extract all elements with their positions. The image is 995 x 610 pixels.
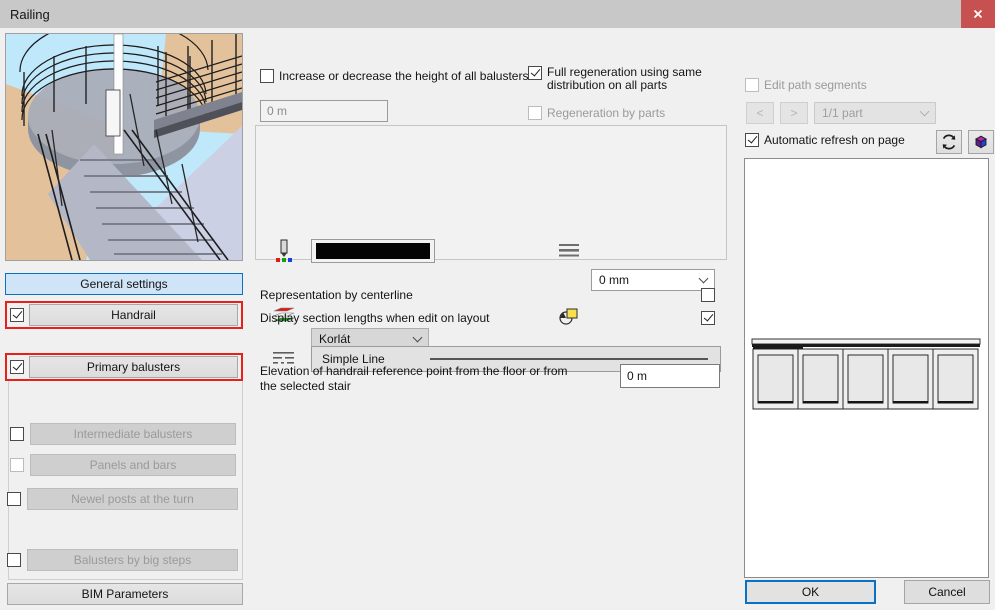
refresh-icon <box>940 133 958 151</box>
cancel-button[interactable]: Cancel <box>904 580 990 604</box>
railing-preview[interactable] <box>744 158 989 578</box>
balusters-by-big-steps-row: Balusters by big steps <box>7 549 243 571</box>
attributes-panel: 0 mm Korlát <box>255 125 727 260</box>
bim-parameters-button[interactable]: BIM Parameters <box>7 583 243 605</box>
regeneration-by-parts-checkbox[interactable] <box>528 106 542 120</box>
elevation-input[interactable]: 0 m <box>620 364 720 388</box>
increase-height-label: Increase or decrease the height of all b… <box>279 69 532 83</box>
balusters-by-big-steps-button[interactable]: Balusters by big steps <box>27 549 238 571</box>
elevation-label: Elevation of handrail reference point fr… <box>260 364 570 394</box>
panels-and-bars-checkbox[interactable] <box>10 458 24 472</box>
handrail-row: Handrail <box>5 301 243 329</box>
chevron-down-icon <box>920 107 930 117</box>
center-panel: Increase or decrease the height of all b… <box>250 30 735 608</box>
cube-3d-icon <box>972 133 990 151</box>
representation-by-centerline-row: Representation by centerline <box>260 288 715 302</box>
intermediate-balusters-button[interactable]: Intermediate balusters <box>30 423 236 445</box>
chevron-down-icon <box>413 333 423 343</box>
handrail-button[interactable]: Handrail <box>29 304 238 326</box>
edit-path-segments-checkbox[interactable] <box>745 78 759 92</box>
part-selector-dropdown[interactable]: 1/1 part <box>814 102 936 124</box>
primary-balusters-row: Primary balusters <box>5 353 243 381</box>
previous-part-button[interactable]: < <box>746 102 774 124</box>
general-settings-button[interactable]: General settings <box>5 273 243 295</box>
line-weight-icon <box>556 238 582 262</box>
railing-preview-drawing <box>745 159 988 577</box>
full-regeneration-row: Full regeneration using same distributio… <box>528 66 718 92</box>
elevation-value: 0 m <box>627 369 647 383</box>
left-panel: General settings Handrail Balusters Prim… <box>5 33 243 605</box>
panels-and-bars-row: Panels and bars <box>10 454 241 476</box>
automatic-refresh-row: Automatic refresh on page <box>745 133 905 147</box>
layer-value: Korlát <box>319 332 350 346</box>
display-section-lengths-label: Display section lengths when edit on lay… <box>260 311 489 325</box>
ok-button[interactable]: OK <box>745 580 876 604</box>
title-bar: Railing <box>0 0 995 28</box>
edit-path-segments-row: Edit path segments <box>745 78 867 92</box>
regeneration-by-parts-label: Regeneration by parts <box>547 106 665 120</box>
newel-posts-row: Newel posts at the turn <box>7 488 243 510</box>
close-button[interactable] <box>961 0 995 28</box>
increase-height-row: Increase or decrease the height of all b… <box>260 69 532 83</box>
representation-by-centerline-label: Representation by centerline <box>260 288 413 302</box>
panels-and-bars-button[interactable]: Panels and bars <box>30 454 236 476</box>
increase-height-checkbox[interactable] <box>260 69 274 83</box>
full-regeneration-label: Full regeneration using same distributio… <box>547 66 718 92</box>
display-section-lengths-checkbox[interactable] <box>701 311 715 325</box>
chevron-down-icon <box>699 274 709 284</box>
increase-height-input[interactable]: 0 m <box>260 100 388 122</box>
view-3d-button[interactable] <box>968 130 994 154</box>
newel-posts-button[interactable]: Newel posts at the turn <box>27 488 238 510</box>
elevation-row: Elevation of handrail reference point fr… <box>260 364 720 394</box>
automatic-refresh-checkbox[interactable] <box>745 133 759 147</box>
staircase-render-image <box>6 34 242 260</box>
increase-height-value: 0 m <box>267 104 287 118</box>
pen-color-swatch[interactable] <box>311 239 435 263</box>
part-selector-value: 1/1 part <box>822 106 863 120</box>
full-regeneration-checkbox[interactable] <box>528 66 542 80</box>
representation-by-centerline-checkbox[interactable] <box>701 288 715 302</box>
line-type-sample <box>430 358 708 360</box>
primary-balusters-checkbox[interactable] <box>10 360 24 374</box>
line-weight-value: 0 mm <box>599 273 629 287</box>
model-3d-thumbnail[interactable] <box>5 33 243 261</box>
automatic-refresh-label: Automatic refresh on page <box>764 133 905 147</box>
close-icon <box>972 8 984 20</box>
newel-posts-checkbox[interactable] <box>7 492 21 506</box>
balusters-by-big-steps-checkbox[interactable] <box>7 553 21 567</box>
intermediate-balusters-checkbox[interactable] <box>10 427 24 441</box>
display-section-lengths-row: Display section lengths when edit on lay… <box>260 311 715 325</box>
pen-color-fill <box>316 243 430 259</box>
edit-path-segments-label: Edit path segments <box>764 78 867 92</box>
intermediate-balusters-row: Intermediate balusters <box>10 423 241 445</box>
railing-dialog: Railing <box>0 0 995 610</box>
primary-balusters-button[interactable]: Primary balusters <box>29 356 238 378</box>
right-panel: Edit path segments < > 1/1 part Automati… <box>740 30 990 608</box>
handrail-checkbox[interactable] <box>10 308 24 322</box>
regeneration-by-parts-row: Regeneration by parts <box>528 106 665 120</box>
refresh-preview-button[interactable] <box>936 130 962 154</box>
part-navigation: < > 1/1 part <box>746 102 936 124</box>
pen-icon <box>270 236 298 264</box>
window-title: Railing <box>10 7 50 22</box>
next-part-button[interactable]: > <box>780 102 808 124</box>
